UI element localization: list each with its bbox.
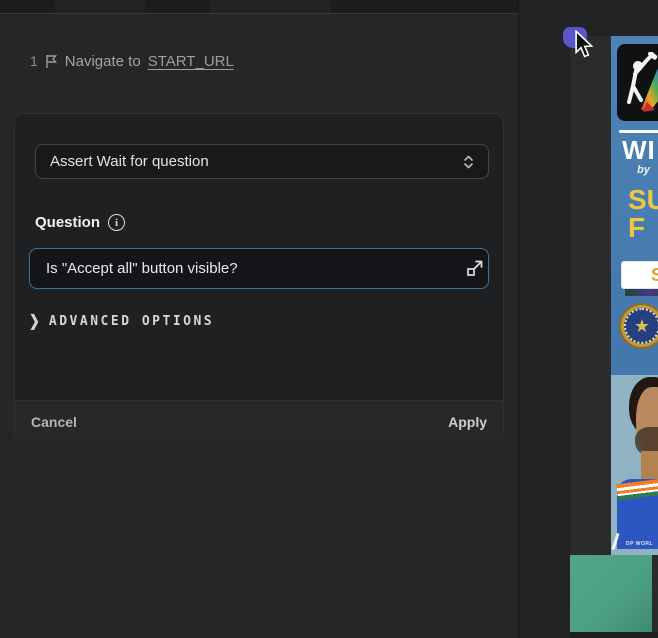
cricket-board-emblem: ★ [619, 303, 658, 349]
top-bar-fragment [210, 0, 330, 13]
banner-divider [619, 130, 658, 133]
app-screen: 1 Navigate to START_URL Assert Wait for … [0, 0, 658, 638]
emblem-star-icon: ★ [634, 317, 650, 335]
preview-teal-section [570, 555, 652, 632]
apply-button[interactable]: Apply [448, 414, 487, 430]
question-input[interactable] [29, 248, 489, 289]
step-action-label: Navigate to [65, 53, 141, 70]
action-type-select[interactable]: Assert Wait for question [35, 144, 489, 179]
step-item-navigate[interactable]: 1 Navigate to START_URL [30, 51, 234, 71]
action-type-value: Assert Wait for question [50, 153, 209, 170]
sponsor-text: DP WORL [626, 541, 653, 547]
expand-arrow-icon[interactable] [465, 258, 485, 278]
info-icon[interactable]: i [108, 214, 125, 231]
browser-preview-panel: WI by SU F S ★ [519, 0, 658, 638]
step-target-link[interactable]: START_URL [148, 53, 234, 70]
cursor-pointer-icon [571, 30, 597, 65]
player-jersey [617, 479, 658, 549]
banner-cta-shadow [625, 289, 658, 296]
advanced-options-label: ADVANCED OPTIONS [49, 314, 214, 329]
preview-bottom-strip [570, 632, 658, 638]
player-photo: DP WORL [611, 375, 658, 555]
banner-headline-line2: F [628, 212, 645, 244]
advanced-options-toggle[interactable]: ❯ ADVANCED OPTIONS [29, 313, 214, 329]
step-editor-card: Assert Wait for question Question i ❯ [14, 113, 504, 443]
test-steps-panel: 1 Navigate to START_URL Assert Wait for … [0, 15, 518, 638]
banner-byline: by [637, 164, 650, 176]
question-label: Question [35, 214, 100, 231]
cricket-logo [617, 44, 658, 121]
step-number: 1 [30, 53, 38, 69]
flag-icon [45, 54, 58, 69]
question-label-row: Question i [35, 214, 125, 231]
emblem-inner-ring: ★ [624, 308, 658, 344]
preview-viewport[interactable]: WI by SU F S ★ [570, 36, 658, 638]
preview-promo-banner: WI by SU F S ★ [611, 36, 658, 555]
banner-title: WI [622, 135, 656, 166]
card-footer: Cancel Apply [15, 400, 503, 443]
top-bar-fragment [55, 0, 145, 13]
cancel-button[interactable]: Cancel [31, 414, 77, 430]
select-chevron-icon [463, 155, 474, 169]
jersey-collar-stripes [616, 478, 658, 500]
chevron-right-icon: ❯ [29, 311, 40, 330]
banner-cta-button[interactable]: S [621, 261, 658, 289]
